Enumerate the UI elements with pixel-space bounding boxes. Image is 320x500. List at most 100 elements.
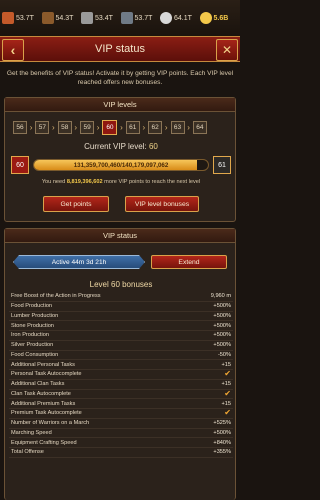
bonus-name: Total Offense — [11, 449, 44, 456]
arrow-right-icon: › — [187, 123, 190, 132]
level-56[interactable]: 56 — [13, 121, 27, 134]
current-level-label: Current VIP level: — [84, 142, 147, 151]
level-57[interactable]: 57 — [35, 121, 50, 134]
level-61[interactable]: 61 — [125, 121, 140, 134]
vip-status-row: Active 44m 3d 21h Extend — [13, 255, 229, 269]
resource-bar: 53.7T 54.3T 53.4T 53.7T 64.1T 5.6B — [0, 0, 240, 36]
bonus-value: +500% — [213, 303, 231, 310]
bonus-row: Additional Clan Tasks +15 — [9, 380, 233, 390]
arrow-right-icon: › — [74, 123, 78, 132]
level-59[interactable]: 59 — [80, 121, 95, 134]
bonus-value: +500% — [213, 322, 231, 329]
level-62[interactable]: 62 — [148, 121, 163, 134]
resource-silver-value: 64.1T — [174, 14, 192, 22]
lumber-icon — [41, 12, 54, 24]
bonus-value: +500% — [213, 342, 231, 349]
level-63[interactable]: 63 — [170, 121, 185, 134]
bonus-row: Number of Warriors on a March +525% — [9, 419, 233, 429]
resource-food[interactable]: 53.7T — [2, 12, 41, 24]
stone-icon — [81, 12, 93, 24]
bonus-name: Number of Warriors on a March — [11, 420, 90, 427]
points-needed-amount: 8,819,396,602 — [66, 179, 103, 185]
bonus-list: Free Boost of the Action in Progress 9,96… — [9, 292, 233, 458]
bonus-value: +840% — [213, 439, 231, 446]
bonus-row: Additional Premium Tasks +15 — [9, 399, 233, 409]
bonus-row: Stone Production +500% — [9, 321, 233, 331]
bonus-row: Additional Personal Tasks +15 — [9, 360, 233, 370]
bonus-row: Total Offense +355% — [9, 448, 233, 458]
bonus-name: Additional Personal Tasks — [11, 361, 75, 368]
resource-silver[interactable]: 64.1T — [160, 12, 199, 24]
bonus-name: Clan Task Autocomplete — [11, 390, 71, 397]
page-title: VIP status — [95, 43, 145, 55]
bonus-value: +500% — [213, 332, 231, 339]
level-64[interactable]: 64 — [192, 121, 207, 134]
bonus-value: +500% — [213, 429, 231, 436]
bonus-title: Level 60 bonuses — [89, 280, 153, 289]
bonus-row: Clan Task Autocomplete ✔ — [9, 388, 233, 400]
silver-icon — [160, 12, 172, 24]
bonus-value: -50% — [217, 351, 231, 358]
resource-iron-value: 53.7T — [134, 14, 153, 22]
bonus-name: Food Consumption — [11, 351, 59, 358]
bonus-name: Lumber Production — [11, 312, 59, 319]
bonus-value: +355% — [213, 449, 231, 456]
level-58[interactable]: 58 — [57, 121, 72, 134]
current-level: Current VIP level: 60 — [5, 142, 237, 151]
vip-progress-bar: 131,359,700,460/140,179,097,062 — [33, 159, 209, 171]
arrow-right-icon: › — [142, 123, 146, 132]
bonus-row: Free Boost of the Action in Progress 9,96… — [9, 292, 233, 302]
bonus-row: Food Production +500% — [9, 302, 233, 312]
bonus-row: Marching Speed +500% — [9, 429, 233, 439]
arrow-right-icon: › — [96, 123, 100, 132]
close-button[interactable]: ✕ — [216, 39, 238, 61]
bonus-row: Premium Task Autocomplete ✔ — [9, 409, 233, 419]
bonus-name: Stone Production — [11, 322, 54, 329]
vip-status-panel: VIP status Active 44m 3d 21h Extend Leve… — [4, 228, 236, 500]
level-selector: 56 › 57 › 58 › 59 › 60 › 61 › 62 › 63 › … — [13, 120, 210, 135]
resource-lumber[interactable]: 54.3T — [41, 12, 81, 24]
bonus-name: Personal Task Autocomplete — [11, 371, 82, 378]
level-60-current[interactable]: 60 — [102, 120, 118, 135]
bonus-name: Iron Production — [11, 332, 49, 339]
extend-button[interactable]: Extend — [151, 255, 227, 269]
bonus-value: 9,960 m — [210, 293, 231, 300]
checkmark-icon: ✔ — [224, 369, 231, 379]
arrow-right-icon: › — [120, 123, 123, 132]
bonus-row: Silver Production +500% — [9, 341, 233, 351]
arrow-right-icon: › — [29, 123, 33, 132]
vip-levels-heading: VIP levels — [5, 98, 235, 112]
bonus-row: Personal Task Autocomplete ✔ — [9, 370, 233, 380]
resource-stone[interactable]: 53.4T — [81, 12, 120, 24]
close-icon: ✕ — [221, 43, 233, 57]
resource-gold[interactable]: 5.6B — [199, 12, 239, 24]
chevron-left-icon: ‹ — [10, 42, 16, 58]
food-icon — [2, 12, 14, 24]
resource-food-value: 53.7T — [16, 14, 34, 22]
bonus-name: Premium Task Autocomplete — [11, 410, 82, 417]
bonus-row: Equipment Crafting Speed +840% — [9, 438, 233, 448]
bonus-value: +525% — [213, 420, 231, 427]
vip-level-bonuses-button[interactable]: VIP level bonuses — [125, 196, 199, 212]
points-needed: You need 8,819,396,602 more VIP points t… — [5, 179, 237, 185]
arrow-right-icon: › — [164, 123, 168, 132]
points-needed-suffix: more VIP points to reach the next level — [104, 179, 201, 185]
checkmark-icon: ✔ — [224, 388, 231, 398]
get-points-button[interactable]: Get points — [43, 196, 109, 212]
resource-iron[interactable]: 53.7T — [120, 12, 160, 24]
bonus-name: Marching Speed — [11, 429, 52, 436]
resource-gold-value: 5.6B — [213, 14, 229, 22]
bonus-value: +500% — [213, 312, 231, 319]
resource-lumber-value: 54.3T — [55, 14, 74, 22]
bonus-name: Silver Production — [11, 342, 54, 349]
bonus-name: Food Production — [11, 303, 53, 310]
back-button[interactable]: ‹ — [2, 39, 24, 61]
bonus-name: Additional Clan Tasks — [11, 381, 65, 388]
level-progress: 60 131,359,700,460/140,179,097,062 61 — [9, 156, 233, 174]
arrow-right-icon: › — [52, 123, 55, 132]
resource-stone-value: 53.4T — [95, 14, 113, 22]
bonus-value: +15 — [221, 361, 232, 368]
bonus-row: Iron Production +500% — [9, 331, 233, 341]
bonus-name: Equipment Crafting Speed — [11, 439, 77, 446]
vip-levels-panel: VIP levels 56 › 57 › 58 › 59 › 60 › 61 ›… — [4, 97, 236, 222]
